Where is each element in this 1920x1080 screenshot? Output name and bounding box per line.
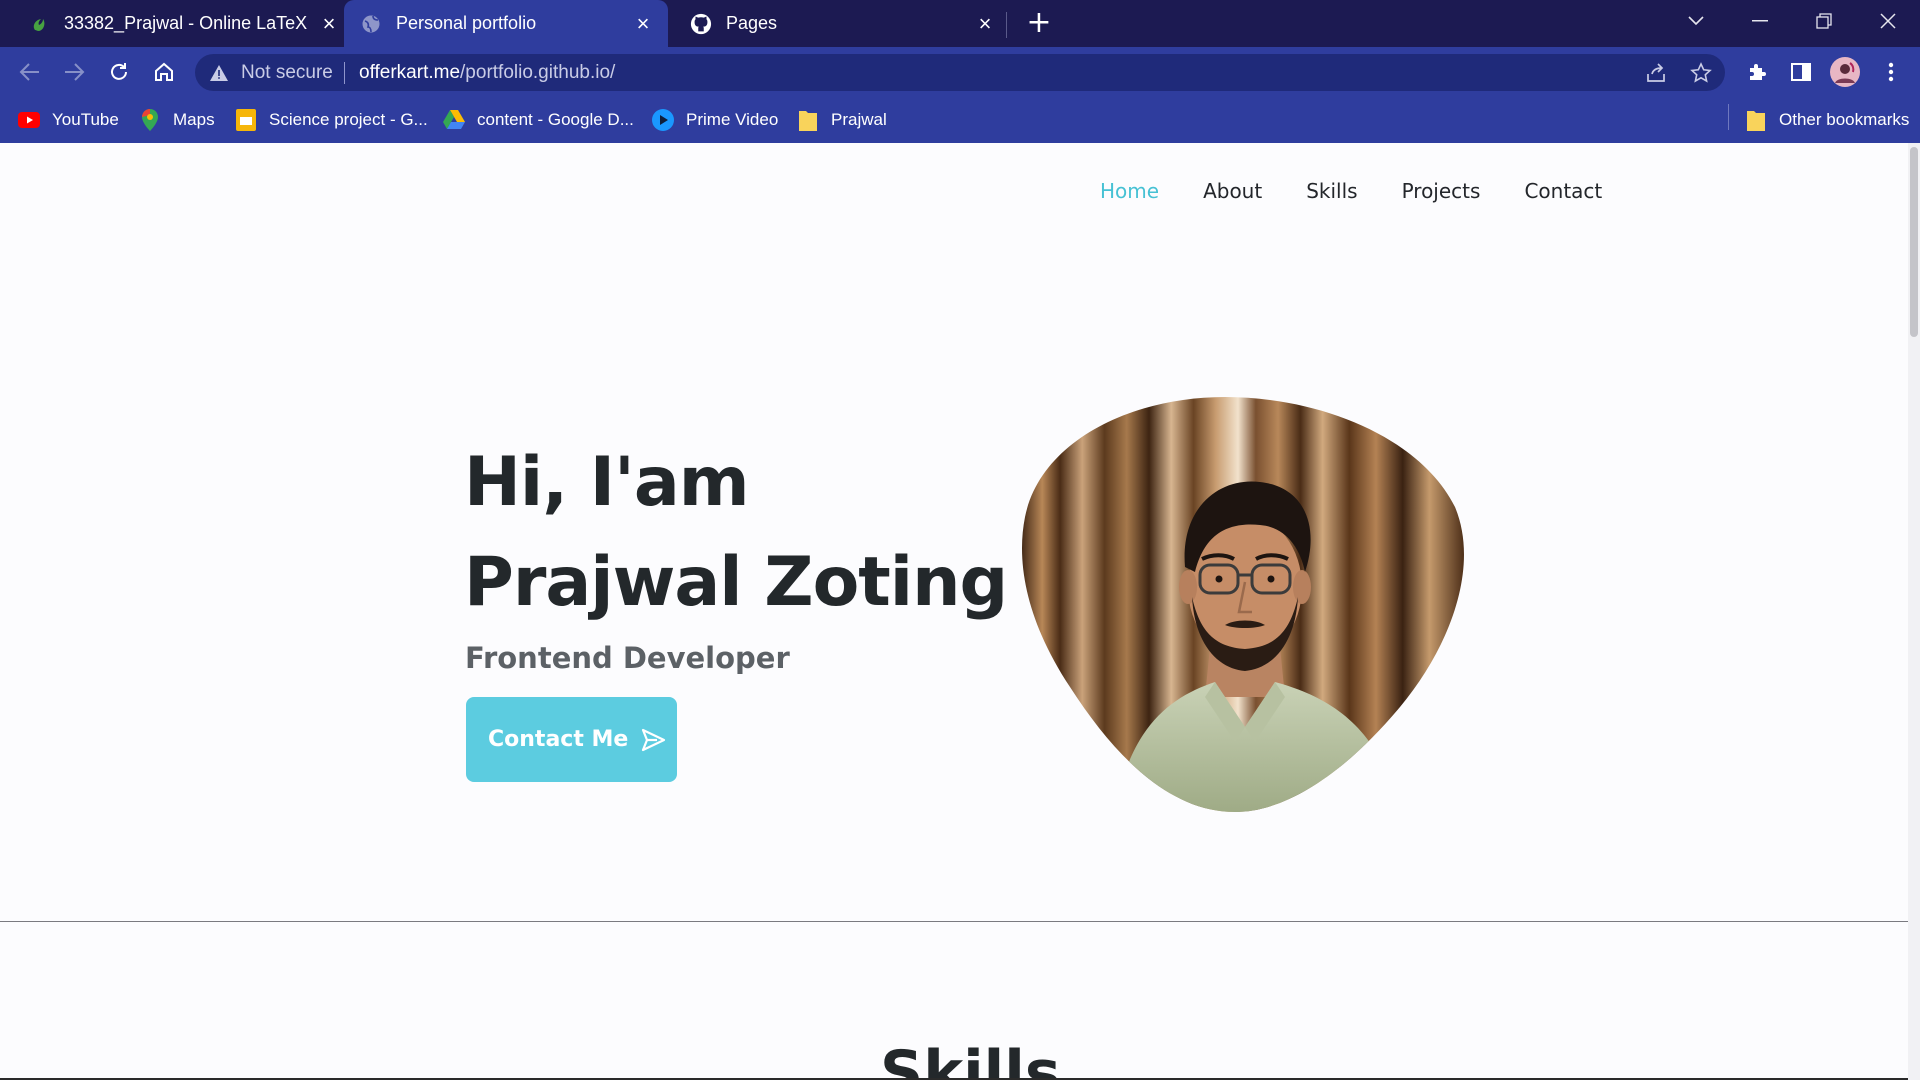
hero-name: Prajwal Zoting [464,543,1008,622]
close-tab-icon[interactable]: × [318,12,340,35]
side-panel-icon[interactable] [1786,57,1816,87]
send-icon [642,728,666,751]
maps-icon [139,109,161,131]
bookmarks-separator [1728,104,1729,130]
bookmarks-bar: YouTube Maps Science project - G... cont… [0,97,1920,143]
bookmark-label: content - Google D... [477,110,634,129]
page-scrollbar[interactable] [1908,143,1920,1080]
hero-role: Frontend Developer [465,641,790,675]
folder-icon [1745,109,1767,131]
close-window-icon[interactable] [1868,6,1908,36]
back-arrow-icon[interactable] [15,57,45,87]
reload-icon[interactable] [104,57,134,87]
nav-projects-link[interactable]: Projects [1402,179,1481,203]
bookmark-label: Prime Video [686,110,779,129]
tab-pages[interactable]: Pages × [690,0,996,47]
security-status[interactable]: Not secure [241,62,333,84]
new-tab-plus-icon[interactable]: + [1024,8,1054,38]
bookmark-prime-video[interactable]: Prime Video [652,107,778,133]
youtube-icon [18,109,40,131]
contact-me-button[interactable]: Contact Me [466,697,677,782]
nav-skills-link[interactable]: Skills [1306,179,1357,203]
skills-section-title: Skills [880,1038,1061,1080]
tab-title: Personal portfolio [396,13,537,33]
home-icon[interactable] [149,57,179,87]
url-host: offerkart.me [359,62,461,83]
share-icon[interactable] [1645,62,1667,84]
close-tab-icon[interactable]: × [632,12,654,35]
tab-separator [1006,12,1007,38]
address-divider [344,62,345,84]
bookmark-star-icon[interactable] [1690,62,1712,84]
nav-contact-link[interactable]: Contact [1524,179,1602,203]
site-navigation: Home About Skills Projects Contact [1100,179,1602,203]
bookmark-label: Maps [173,110,215,129]
minimize-icon[interactable] [1740,6,1780,36]
prime-video-icon [652,109,674,131]
bookmark-content-drive[interactable]: content - Google D... [443,107,634,133]
close-tab-icon[interactable]: × [974,12,996,35]
bookmark-label: Prajwal [831,110,887,129]
tab-title: 33382_Prajwal - Online LaTeX Editor [64,13,310,33]
scrollbar-thumb[interactable] [1910,147,1918,337]
tab-overleaf[interactable]: 33382_Prajwal - Online LaTeX Editor × [28,0,340,47]
folder-icon [797,109,819,131]
drive-icon [443,109,465,131]
github-icon [690,13,712,35]
bookmark-maps[interactable]: Maps [139,107,215,133]
nav-home-link[interactable]: Home [1100,179,1159,203]
page-viewport: Home About Skills Projects Contact Hi, I… [0,143,1920,1080]
url-path: /portfolio.github.io/ [460,62,616,83]
warning-icon [210,65,228,81]
contact-me-label: Contact Me [488,727,629,752]
browser-tab-strip: 33382_Prajwal - Online LaTeX Editor × Pe… [0,0,1920,47]
overleaf-icon [28,13,50,35]
bookmark-label: Science project - G... [269,110,428,129]
forward-arrow-icon[interactable] [59,57,89,87]
tab-title: Pages [726,13,778,33]
address-bar[interactable]: Not secure offerkart.me/portfolio.github… [195,54,1725,91]
tab-personal-portfolio[interactable]: Personal portfolio × [344,0,668,47]
bookmark-youtube[interactable]: YouTube [18,107,119,133]
browser-toolbar: Not secure offerkart.me/portfolio.github… [0,47,1920,97]
profile-avatar[interactable] [1830,57,1860,87]
bookmark-label: YouTube [52,110,119,129]
bookmark-label: Other bookmarks [1779,110,1910,129]
nav-about-link[interactable]: About [1203,179,1262,203]
slides-icon [235,109,257,131]
more-menu-icon[interactable] [1876,57,1906,87]
bookmark-prajwal[interactable]: Prajwal [797,107,887,133]
section-divider [0,921,1908,922]
bookmark-science-project[interactable]: Science project - G... [235,107,428,133]
tab-search-chevron-icon[interactable] [1676,6,1716,36]
bookmark-other-bookmarks[interactable]: Other bookmarks [1745,107,1909,133]
profile-photo [1022,397,1464,812]
restore-icon[interactable] [1804,6,1844,36]
hero-greeting: Hi, I'am [464,443,750,522]
url-text[interactable]: offerkart.me/portfolio.github.io/ [359,62,615,84]
globe-icon [360,13,382,35]
extensions-puzzle-icon[interactable] [1742,57,1772,87]
